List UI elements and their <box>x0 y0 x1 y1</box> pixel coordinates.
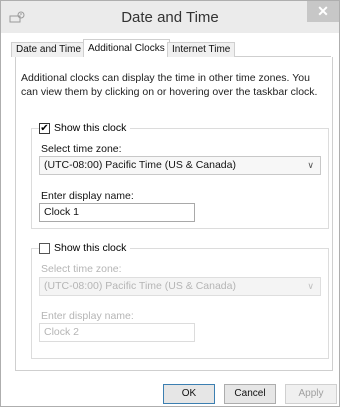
apply-button[interactable]: Apply <box>285 384 337 404</box>
ok-button[interactable]: OK <box>163 384 215 404</box>
clock2-timezone-value: (UTC-08:00) Pacific Time (US & Canada) <box>44 280 236 292</box>
checkmark-icon: ✔ <box>40 122 49 134</box>
close-icon: ✕ <box>317 3 329 19</box>
clock2-name-label: Enter display name: <box>41 310 134 322</box>
clock1-timezone-value: (UTC-08:00) Pacific Time (US & Canada) <box>44 159 236 171</box>
tab-strip: Date and Time Additional Clocks Internet… <box>11 39 331 58</box>
clock1-show-label[interactable]: Show this clock <box>54 122 126 134</box>
clock1-name-input[interactable]: Clock 1 <box>39 203 195 222</box>
clock2-show-row[interactable]: Show this clock <box>39 241 131 255</box>
chevron-down-icon: ∨ <box>307 281 314 291</box>
date-time-dialog: Date and Time ✕ Date and Time Additional… <box>0 0 340 407</box>
clock1-show-checkbox[interactable]: ✔ <box>39 122 50 134</box>
clock1-timezone-select[interactable]: (UTC-08:00) Pacific Time (US & Canada) ∨ <box>39 156 321 175</box>
intro-text: Additional clocks can display the time i… <box>21 72 318 98</box>
clock1-show-row[interactable]: ✔ Show this clock <box>39 121 131 135</box>
tab-internet-time[interactable]: Internet Time <box>167 42 236 57</box>
clock2-timezone-label: Select time zone: <box>41 263 122 275</box>
clock2-show-label[interactable]: Show this clock <box>54 242 126 254</box>
clock2-show-checkbox[interactable] <box>39 242 50 254</box>
close-button[interactable]: ✕ <box>307 1 339 22</box>
clock2-name-input[interactable]: Clock 2 <box>39 323 195 342</box>
clock2-timezone-select[interactable]: (UTC-08:00) Pacific Time (US & Canada) ∨ <box>39 277 321 296</box>
tab-date-and-time[interactable]: Date and Time <box>11 42 87 57</box>
tab-additional-clocks[interactable]: Additional Clocks <box>83 39 170 58</box>
clock1-name-label: Enter display name: <box>41 190 134 202</box>
title-bar[interactable]: Date and Time ✕ <box>1 1 339 33</box>
clock1-timezone-label: Select time zone: <box>41 143 122 155</box>
window-title: Date and Time <box>121 9 219 26</box>
chevron-down-icon: ∨ <box>307 160 314 170</box>
cancel-button[interactable]: Cancel <box>224 384 276 404</box>
